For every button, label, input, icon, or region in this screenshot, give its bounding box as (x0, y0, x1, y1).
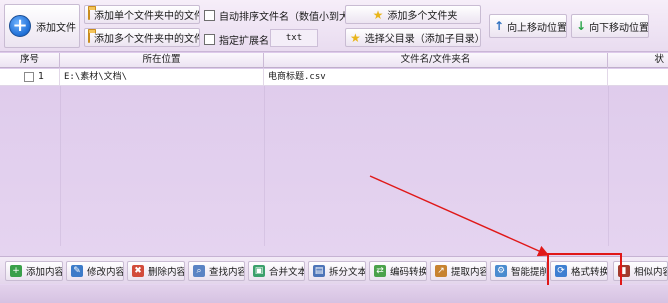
select-parent-dir-button[interactable]: ★ 选择父目录（添加子目录） (345, 28, 481, 47)
auto-sort-checkbox-row[interactable]: 自动排序文件名（数值小到大） (204, 8, 359, 23)
parent-folder-icon: ★ (350, 30, 361, 45)
edit-content-label: 修改内容 (87, 267, 124, 278)
smart-extract-icon: ⚙ (495, 265, 507, 277)
folder-icon (88, 6, 96, 20)
move-down-button[interactable]: ↓ 向下移动位置 (571, 14, 649, 38)
column-header-index[interactable]: 序号 (0, 53, 60, 68)
specify-ext-checkbox[interactable] (204, 34, 215, 45)
row-checkbox[interactable] (24, 72, 34, 82)
extension-input[interactable]: txt (270, 29, 318, 47)
move-up-label: 向上移动位置 (507, 22, 567, 34)
edit-content-icon: ✎ (71, 265, 83, 277)
grid-divider (264, 86, 265, 246)
add-files-single-folder-button[interactable]: 添加单个文件夹中的文件 (84, 5, 200, 24)
file-table: 序号 所在位置 文件名/文件夹名 状 1 E:\素材\文档\ 电商标题.csv (0, 53, 668, 246)
extract-content-label: 提取内容 (451, 267, 487, 278)
grid-divider (608, 86, 609, 246)
find-content-icon: ⌕ (193, 265, 205, 277)
find-content-label: 查找内容 (209, 267, 245, 278)
row-status (608, 69, 668, 85)
top-toolbar: + 添加文件 添加单个文件夹中的文件 添加多个文件夹中的文件 自动排序文件名（数… (0, 0, 668, 52)
merge-text-label: 合并文本 (269, 267, 305, 278)
specify-ext-label: 指定扩展名: (219, 36, 273, 47)
delete-content-icon: ✖ (132, 265, 144, 277)
add-content-icon: + (10, 265, 22, 277)
auto-sort-label: 自动排序文件名（数值小到大） (219, 12, 359, 23)
merge-text-button[interactable]: ▣ 合并文本 (248, 261, 305, 281)
add-file-button[interactable]: + 添加文件 (4, 4, 80, 48)
row-index: 1 (38, 69, 60, 85)
find-content-button[interactable]: ⌕ 查找内容 (188, 261, 245, 281)
add-files-single-folder-label: 添加单个文件夹中的文件 (94, 11, 200, 22)
column-header-status[interactable]: 状 (608, 53, 668, 68)
column-header-filename[interactable]: 文件名/文件夹名 (264, 53, 608, 68)
add-files-multi-folder-button[interactable]: 添加多个文件夹中的文件 (84, 28, 200, 47)
auto-sort-checkbox[interactable] (204, 10, 215, 21)
extract-content-icon: ↗ (435, 265, 447, 277)
add-content-button[interactable]: + 添加内容 (5, 261, 63, 281)
edit-content-button[interactable]: ✎ 修改内容 (66, 261, 124, 281)
arrow-down-icon: ↓ (576, 19, 587, 33)
encoding-convert-label: 编码转换 (390, 267, 427, 278)
similar-content-label: 相似内容 (634, 267, 667, 278)
add-files-multi-folder-label: 添加多个文件夹中的文件 (94, 34, 200, 45)
move-down-label: 向下移动位置 (589, 22, 649, 34)
extract-content-button[interactable]: ↗ 提取内容 (430, 261, 487, 281)
plus-icon: + (9, 15, 31, 37)
add-multi-folder-label: 添加多个文件夹 (387, 11, 458, 22)
move-up-button[interactable]: ↑ 向上移动位置 (489, 14, 567, 38)
split-text-label: 拆分文本 (329, 267, 366, 278)
select-parent-dir-label: 选择父目录（添加子目录） (364, 34, 481, 45)
encoding-convert-icon: ⇄ (374, 265, 386, 277)
highlight-box (547, 253, 622, 287)
add-content-label: 添加内容 (26, 267, 63, 278)
status-bar (0, 285, 668, 303)
smart-extract-button[interactable]: ⚙ 智能提削 (490, 261, 547, 281)
merge-text-icon: ▣ (253, 265, 265, 277)
column-header-location[interactable]: 所在位置 (60, 53, 264, 68)
grid-divider (60, 86, 61, 246)
folder-icon (88, 29, 96, 43)
split-text-button[interactable]: ▤ 拆分文本 (308, 261, 366, 281)
split-text-icon: ▤ (313, 265, 325, 277)
delete-content-button[interactable]: ✖ 删除内容 (127, 261, 185, 281)
table-row[interactable]: 1 E:\素材\文档\ 电商标题.csv (0, 69, 668, 86)
arrow-up-icon: ↑ (494, 19, 505, 33)
specify-ext-checkbox-row[interactable]: 指定扩展名: (204, 32, 272, 47)
row-filename: 电商标题.csv (264, 69, 608, 85)
add-file-label: 添加文件 (36, 22, 76, 34)
encoding-convert-button[interactable]: ⇄ 编码转换 (369, 261, 427, 281)
row-location: E:\素材\文档\ (60, 69, 264, 85)
smart-extract-label: 智能提削 (511, 267, 547, 278)
star-folder-icon: ★ (372, 7, 384, 22)
delete-content-label: 删除内容 (148, 267, 185, 278)
table-header: 序号 所在位置 文件名/文件夹名 状 (0, 53, 668, 68)
add-multi-folder-button[interactable]: ★ 添加多个文件夹 (345, 5, 481, 24)
